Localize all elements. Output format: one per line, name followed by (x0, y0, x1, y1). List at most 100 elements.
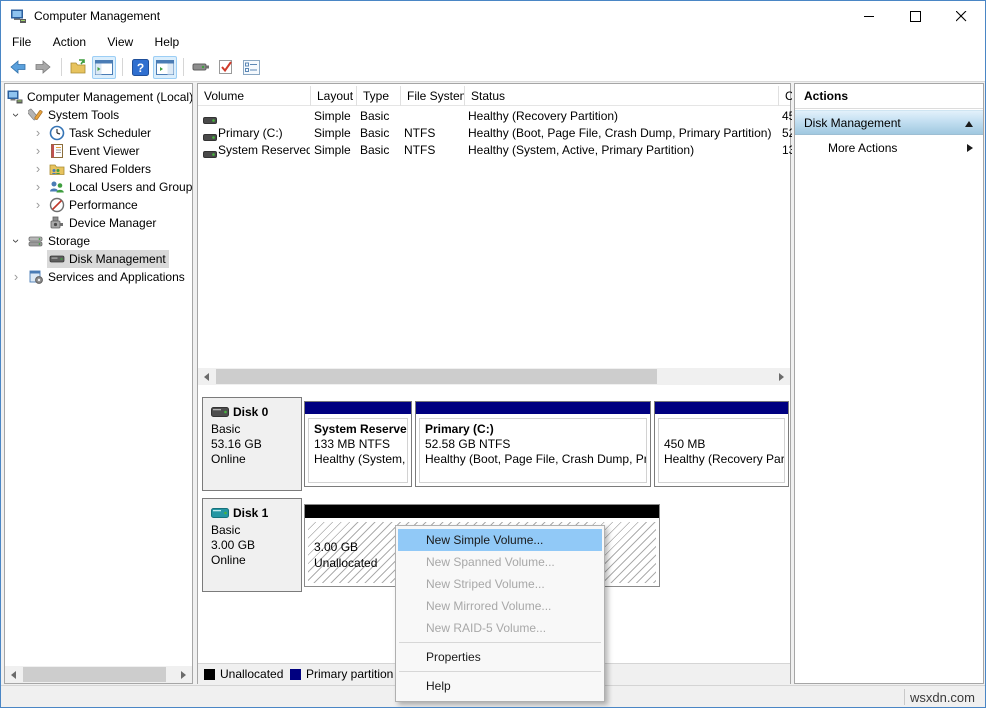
forward-icon[interactable] (31, 56, 55, 79)
chevron-down-icon[interactable]: › (7, 235, 25, 247)
chevron-right-icon[interactable]: › (32, 178, 44, 196)
disk-1-label[interactable]: Disk 1 Basic 3.00 GB Online (202, 498, 302, 592)
tree-item-label: Disk Management (69, 250, 166, 268)
menu-help[interactable]: Help (146, 31, 189, 53)
actions-pane: Actions Disk Management More Actions (794, 83, 984, 684)
menu-action[interactable]: Action (44, 31, 95, 53)
volume-row-system-reserved[interactable]: System Reserved Simple Basic NTFS Health… (198, 142, 790, 159)
partition-details: System Reserved 133 MB NTFS Healthy (Sys… (308, 418, 408, 483)
task-scheduler-icon (49, 125, 65, 141)
menu-file[interactable]: File (3, 31, 40, 53)
menu-item-properties[interactable]: Properties (398, 646, 602, 668)
scroll-right-arrow[interactable] (773, 368, 790, 385)
chevron-down-icon[interactable]: › (7, 109, 25, 121)
back-icon[interactable] (6, 56, 30, 79)
column-header-type[interactable]: Type (357, 86, 401, 106)
tree-item-label: System Tools (48, 106, 119, 124)
toolbar: ? (1, 53, 985, 82)
scroll-right-arrow[interactable] (175, 666, 192, 683)
local-users-and-groups-icon (49, 179, 65, 195)
tree-item-computer-management[interactable]: Computer Management (Local) (5, 88, 192, 106)
column-header-status[interactable]: Status (465, 86, 779, 106)
minimize-button[interactable] (846, 1, 892, 31)
disk-1-status: Online (211, 553, 301, 568)
scroll-left-arrow[interactable] (198, 368, 215, 385)
device-manager-icon (49, 215, 65, 231)
help-icon[interactable]: ? (128, 56, 152, 79)
disk-icon (211, 407, 229, 417)
menu-view[interactable]: View (98, 31, 142, 53)
watermark: wsxdn.com (910, 686, 975, 708)
collapse-icon[interactable] (965, 121, 973, 127)
column-header-volume[interactable]: Volume (198, 86, 311, 106)
tree-item-services-and-applications[interactable]: › Services and Applications (5, 268, 192, 286)
chevron-right-icon[interactable]: › (32, 124, 44, 142)
tree-horizontal-scrollbar[interactable] (5, 666, 192, 683)
status-bar-separator (904, 689, 905, 705)
tree-item-performance[interactable]: › Performance (5, 196, 192, 214)
scrollbar-thumb[interactable] (23, 667, 166, 682)
chevron-right-icon[interactable]: › (32, 196, 44, 214)
computer-icon (7, 89, 23, 105)
close-button[interactable] (938, 1, 984, 31)
show-action-pane-icon[interactable] (153, 56, 177, 79)
cell-volume: Primary (C:) (218, 125, 310, 142)
partition-recovery[interactable]: 450 MB Healthy (Recovery Partition) (654, 401, 789, 487)
tree-item-local-users-and-groups[interactable]: › Local Users and Groups (5, 178, 192, 196)
menu-item-new-spanned-volume: New Spanned Volume... (398, 551, 602, 573)
partition-primary-c[interactable]: Primary (C:) 52.58 GB NTFS Healthy (Boot… (415, 401, 651, 487)
column-header-file-system[interactable]: File System (401, 86, 465, 106)
volume-icon (203, 147, 217, 164)
disk-0-label[interactable]: Disk 0 Basic 53.16 GB Online (202, 397, 302, 491)
column-header-layout[interactable]: Layout (311, 86, 357, 106)
maximize-button[interactable] (892, 1, 938, 31)
cell-capacity: 133 MB (782, 142, 792, 159)
properties-list-icon[interactable] (239, 56, 263, 79)
svg-text:?: ? (136, 61, 143, 75)
menu-item-help[interactable]: Help (398, 675, 602, 697)
toolbar-separator (183, 58, 184, 76)
volume-row-recovery[interactable]: Simple Basic Healthy (Recovery Partition… (198, 108, 790, 125)
disk-0-status: Online (211, 452, 301, 467)
tree-item-disk-management[interactable]: Disk Management (5, 250, 192, 268)
actions-section-disk-management[interactable]: Disk Management (795, 110, 983, 135)
chevron-right-icon[interactable]: › (32, 142, 44, 160)
menu-item-new-mirrored-volume: New Mirrored Volume... (398, 595, 602, 617)
more-actions-item[interactable]: More Actions (795, 136, 983, 160)
cell-file-system: NTFS (404, 125, 464, 142)
tree-item-task-scheduler[interactable]: › Task Scheduler (5, 124, 192, 142)
tree-item-label: Device Manager (69, 214, 156, 232)
disk-0-type: Basic (211, 422, 301, 437)
disk-1-size: 3.00 GB (211, 538, 301, 553)
toolbar-separator (61, 58, 62, 76)
event-viewer-icon (49, 143, 65, 159)
export-list-icon[interactable] (67, 56, 91, 79)
show-console-tree-icon[interactable] (92, 56, 116, 79)
tree-item-label: Performance (69, 196, 138, 214)
volume-list-horizontal-scrollbar[interactable] (198, 368, 790, 385)
tree-item-storage[interactable]: › Storage (5, 232, 192, 250)
volume-row-primary-c[interactable]: Primary (C:) Simple Basic NTFS Healthy (… (198, 125, 790, 142)
primary-partition-color-bar (655, 402, 788, 414)
tree-item-system-tools[interactable]: › System Tools (5, 106, 192, 124)
tree-item-event-viewer[interactable]: › Event Viewer (5, 142, 192, 160)
disk-icon (211, 508, 229, 518)
menu-item-new-simple-volume[interactable]: New Simple Volume... (398, 529, 602, 551)
menu-separator (399, 642, 601, 643)
tree-item-device-manager[interactable]: Device Manager (5, 214, 192, 232)
chevron-right-icon[interactable]: › (32, 160, 44, 178)
column-header-capacity[interactable]: Capacity (779, 86, 792, 106)
unallocated-legend-label: Unallocated (220, 664, 283, 685)
partition-system-reserved[interactable]: System Reserved 133 MB NTFS Healthy (Sys… (304, 401, 412, 487)
tree-item-label: Event Viewer (69, 142, 139, 160)
chevron-right-icon[interactable]: › (10, 268, 22, 286)
shared-folders-icon (49, 161, 65, 177)
disk-device-icon[interactable] (189, 56, 213, 79)
tree-item-label: Local Users and Groups (69, 178, 192, 196)
scroll-left-arrow[interactable] (5, 666, 22, 683)
scrollbar-thumb[interactable] (216, 369, 657, 384)
validate-document-icon[interactable] (214, 56, 238, 79)
tree-item-shared-folders[interactable]: › Shared Folders (5, 160, 192, 178)
unallocated-context-menu: New Simple Volume... New Spanned Volume.… (395, 525, 605, 702)
cell-layout: Simple (314, 125, 356, 142)
